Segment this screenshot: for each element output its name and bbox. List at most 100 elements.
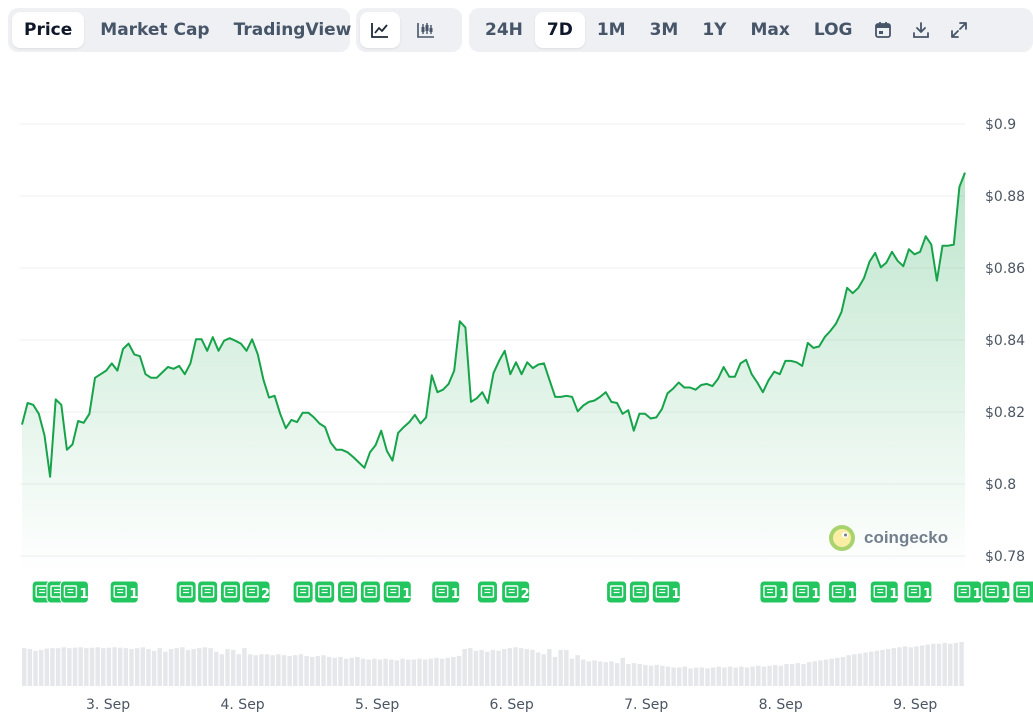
tab-price[interactable]: Price	[12, 12, 85, 48]
volume-bar	[643, 664, 648, 686]
candlestick-chart-button[interactable]	[406, 12, 446, 48]
volume-bar	[925, 644, 930, 686]
volume-bar	[78, 647, 83, 686]
range-24h-button[interactable]: 24H	[473, 12, 535, 48]
volume-bar	[722, 667, 727, 686]
volume-bar	[151, 650, 157, 686]
volume-bar	[95, 647, 100, 686]
line-chart-button[interactable]	[360, 12, 400, 48]
volume-bar	[377, 659, 383, 686]
volume-bar	[648, 665, 654, 686]
volume-bar	[863, 652, 868, 686]
volume-bar	[343, 658, 349, 686]
volume-bar	[428, 658, 434, 686]
volume-bar	[293, 655, 298, 686]
news-marker[interactable]: 1	[651, 580, 681, 604]
volume-bar	[869, 651, 874, 686]
news-marker[interactable]: 2	[241, 580, 271, 604]
volume-bar	[541, 654, 546, 686]
news-marker[interactable]	[175, 580, 197, 604]
news-marker[interactable]	[606, 580, 628, 604]
news-marker[interactable]: 1	[382, 580, 412, 604]
volume-bar	[518, 648, 524, 686]
volume-bar	[739, 666, 744, 686]
volume-bar	[626, 664, 631, 686]
range-1m-button[interactable]: 1M	[585, 12, 638, 48]
metric-tab-group: Price Market Cap TradingView	[8, 8, 351, 52]
range-tool-group: 24H 7D 1M 3M 1Y Max LOG	[469, 8, 1033, 52]
tab-market-cap[interactable]: Market Cap	[88, 12, 221, 48]
volume-bar	[55, 648, 61, 686]
news-marker[interactable]	[314, 580, 336, 604]
date-range-button[interactable]	[864, 12, 902, 48]
news-marker[interactable]: 1	[981, 580, 1011, 604]
news-marker[interactable]	[220, 580, 242, 604]
news-count: 1	[79, 587, 88, 602]
news-marker[interactable]	[359, 580, 381, 604]
news-marker[interactable]	[292, 580, 314, 604]
volume-bar	[569, 658, 575, 686]
volume-bar	[789, 664, 795, 686]
news-marker[interactable]: 1	[791, 580, 821, 604]
volume-bar	[727, 666, 733, 686]
range-1y-button[interactable]: 1Y	[690, 12, 738, 48]
volume-bar	[140, 647, 146, 686]
news-marker[interactable]: 1	[903, 580, 933, 604]
download-button[interactable]	[902, 12, 940, 48]
tab-tradingview[interactable]: TradingView	[222, 12, 364, 48]
y-tick-label: $0.86	[985, 261, 1025, 277]
news-marker[interactable]: 1	[828, 580, 858, 604]
news-marker[interactable]: 1	[953, 580, 983, 604]
volume-bar	[366, 659, 371, 686]
gecko-icon	[829, 525, 855, 551]
news-marker[interactable]	[337, 580, 359, 604]
news-marker[interactable]: 1	[759, 580, 789, 604]
volume-bar	[564, 649, 569, 686]
range-max-button[interactable]: Max	[738, 12, 801, 48]
chart-type-group	[356, 8, 462, 52]
news-count: 1	[1001, 587, 1010, 602]
log-scale-button[interactable]: LOG	[802, 12, 865, 48]
volume-bar	[434, 657, 439, 686]
volume-bar	[959, 642, 964, 686]
news-marker[interactable]: 1	[431, 580, 461, 604]
news-marker[interactable]	[197, 580, 219, 604]
volume-bar	[462, 649, 467, 686]
news-marker[interactable]	[628, 580, 650, 604]
line-chart-icon	[371, 23, 388, 38]
volume-bar	[744, 667, 750, 686]
volume-bar	[806, 662, 812, 686]
news-marker[interactable]: 1	[59, 580, 89, 604]
news-marker[interactable]: 1	[869, 580, 899, 604]
volume-bar	[439, 658, 445, 686]
volume-bar	[840, 656, 846, 686]
volume-bar	[67, 648, 72, 686]
volume-bar	[801, 664, 806, 686]
range-3m-button[interactable]: 3M	[638, 12, 691, 48]
volume-bar	[281, 655, 287, 686]
news-marker[interactable]	[476, 580, 498, 604]
volume-bar	[242, 648, 247, 686]
news-marker[interactable]: 2	[501, 580, 531, 604]
volume-bar	[197, 648, 202, 686]
volume-bar	[225, 649, 230, 686]
volume-bar	[660, 665, 665, 686]
volume-bar	[671, 667, 676, 686]
volume-bar	[586, 661, 592, 686]
volume-bar	[360, 658, 366, 686]
volume-bar	[180, 647, 185, 686]
volume-bar	[880, 649, 885, 686]
volume-bar	[942, 642, 947, 686]
range-7d-button[interactable]: 7D	[534, 12, 585, 48]
volume-bar	[592, 660, 597, 686]
volume-bar	[219, 654, 225, 686]
news-marker[interactable]: 1	[109, 580, 139, 604]
volume-bar	[530, 649, 535, 686]
news-marker[interactable]: 1	[1012, 580, 1033, 604]
volume-bar	[524, 649, 530, 686]
volume-bar	[191, 649, 196, 686]
coingecko-logo: coingecko	[828, 524, 948, 552]
fullscreen-button[interactable]	[940, 12, 978, 48]
price-chart: $0.78$0.8$0.82$0.84$0.86$0.88$0.9 112112…	[20, 117, 1033, 713]
x-tick-label: 5. Sep	[355, 697, 399, 713]
